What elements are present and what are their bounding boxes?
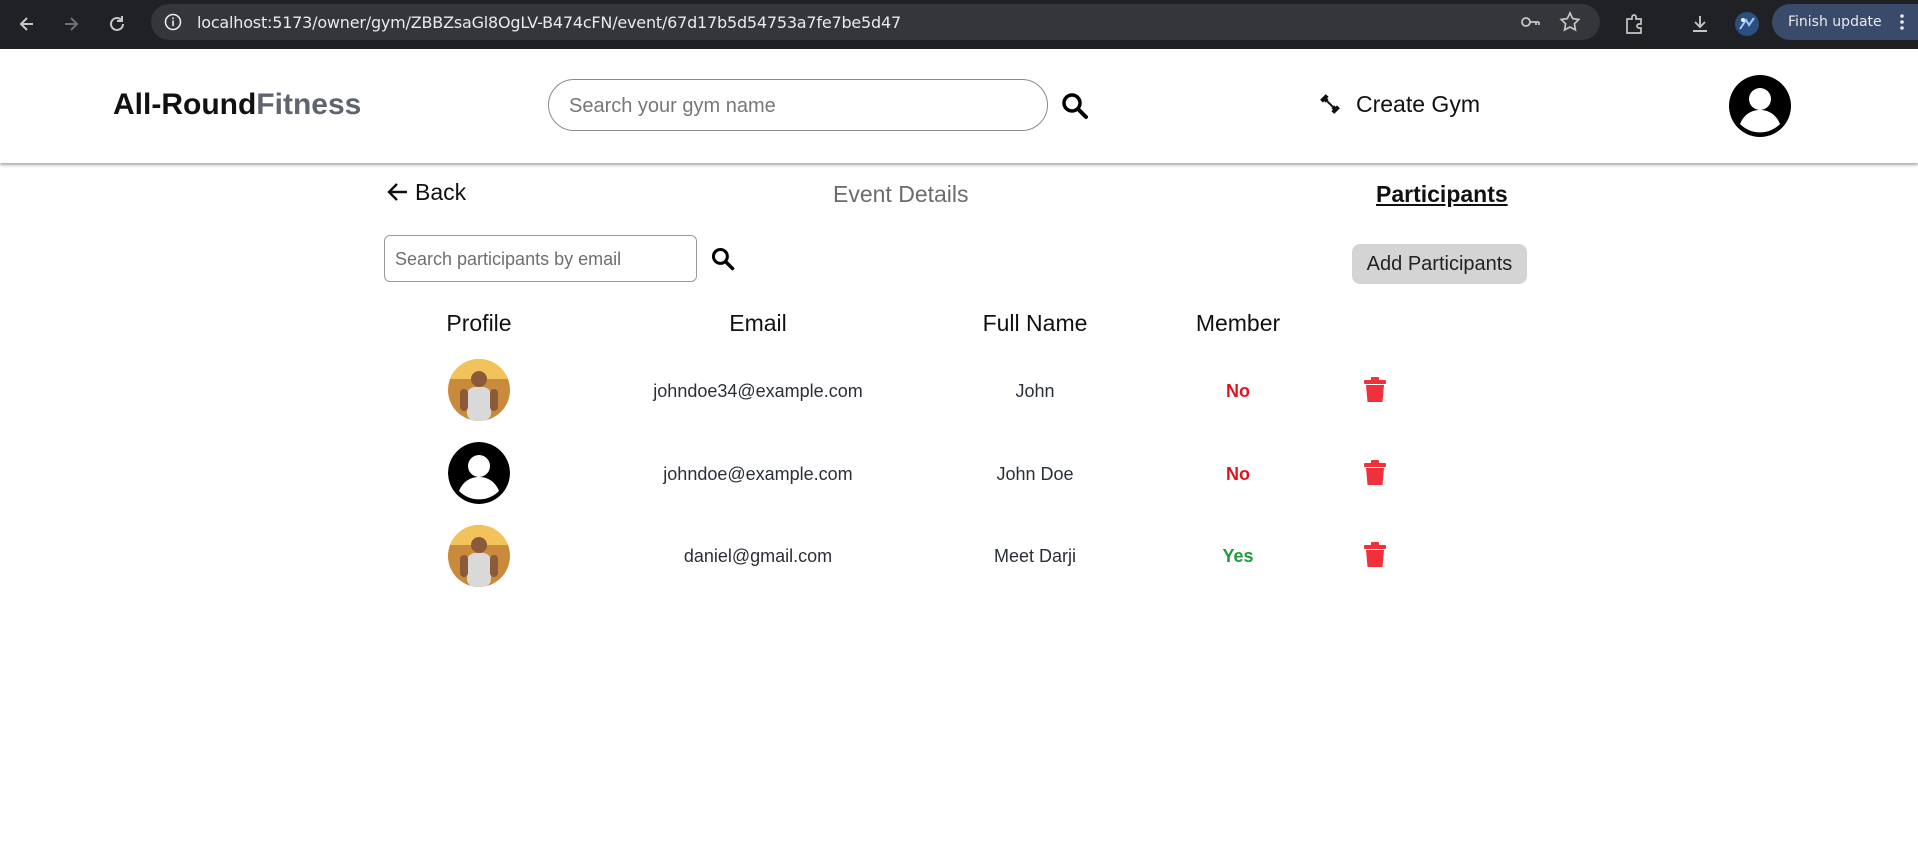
participant-search-input[interactable] xyxy=(395,247,685,271)
add-participants-button[interactable]: Add Participants xyxy=(1352,244,1527,284)
column-header-profile: Profile xyxy=(446,310,512,336)
logo-part1: All-Round xyxy=(113,88,257,121)
forward-arrow-icon[interactable] xyxy=(55,8,87,40)
tab-participants[interactable]: Participants xyxy=(1376,181,1508,208)
bookmark-star-icon[interactable] xyxy=(1558,10,1582,34)
member-status: Yes xyxy=(1222,546,1254,566)
password-key-icon[interactable] xyxy=(1518,10,1542,34)
url-text: localhost:5173/owner/gym/ZBBZsaGl8OgLV-B… xyxy=(197,13,901,32)
member-status: No xyxy=(1226,464,1250,484)
participant-email: daniel@gmail.com xyxy=(683,546,833,566)
table-row: johndoe@example.com John Doe No xyxy=(0,439,1918,509)
back-label: Back xyxy=(415,178,467,205)
downloads-icon[interactable] xyxy=(1684,8,1716,40)
search-icon[interactable] xyxy=(1060,91,1090,121)
participant-full-name: John xyxy=(1015,381,1055,401)
delete-icon[interactable] xyxy=(1364,460,1386,486)
delete-icon[interactable] xyxy=(1364,542,1386,568)
column-header-email: Email xyxy=(729,310,787,336)
logo-part2: Fitness xyxy=(256,88,362,121)
gym-search-box xyxy=(548,79,1048,131)
create-gym-link[interactable]: Create Gym xyxy=(1318,89,1480,119)
app-logo[interactable]: All-RoundFitness xyxy=(113,88,361,122)
participant-full-name: John Doe xyxy=(996,464,1074,484)
address-bar[interactable]: localhost:5173/owner/gym/ZBBZsaGl8OgLV-B… xyxy=(151,4,1600,40)
column-header-member: Member xyxy=(1195,310,1281,336)
column-header-full-name: Full Name xyxy=(982,310,1088,336)
extensions-icon[interactable] xyxy=(1618,8,1650,40)
participant-search-box xyxy=(384,235,697,282)
profile-photo xyxy=(448,525,510,587)
reload-icon[interactable] xyxy=(101,8,133,40)
member-status: No xyxy=(1226,381,1250,401)
site-info-icon[interactable] xyxy=(161,10,185,34)
participant-full-name: Meet Darji xyxy=(993,546,1077,566)
browser-toolbar: localhost:5173/owner/gym/ZBBZsaGl8OgLV-B… xyxy=(0,0,1918,49)
arrow-left-icon xyxy=(387,183,407,201)
participant-search-icon[interactable] xyxy=(710,246,736,272)
table-row: daniel@gmail.com Meet Darji Yes xyxy=(0,521,1918,591)
table-row: johndoe34@example.com John No xyxy=(0,356,1918,426)
participant-email: johndoe@example.com xyxy=(663,464,853,484)
app-header: All-RoundFitness Create Gym xyxy=(0,49,1918,163)
back-button[interactable]: Back xyxy=(387,178,466,206)
dumbbell-icon xyxy=(1320,94,1340,114)
participant-email: johndoe34@example.com xyxy=(653,381,863,401)
create-gym-label: Create Gym xyxy=(1356,90,1480,117)
more-menu-icon[interactable] xyxy=(1894,12,1910,32)
profile-avatar-icon[interactable] xyxy=(1731,8,1763,40)
default-user-icon xyxy=(448,442,510,504)
finish-update-button[interactable]: Finish update xyxy=(1772,4,1918,40)
finish-update-label: Finish update xyxy=(1788,14,1882,30)
tab-event-details[interactable]: Event Details xyxy=(833,181,969,208)
gym-search-input[interactable] xyxy=(569,92,1029,120)
profile-photo xyxy=(448,359,510,421)
delete-icon[interactable] xyxy=(1364,377,1386,403)
user-avatar-icon[interactable] xyxy=(1729,75,1791,137)
back-arrow-icon[interactable] xyxy=(11,8,43,40)
